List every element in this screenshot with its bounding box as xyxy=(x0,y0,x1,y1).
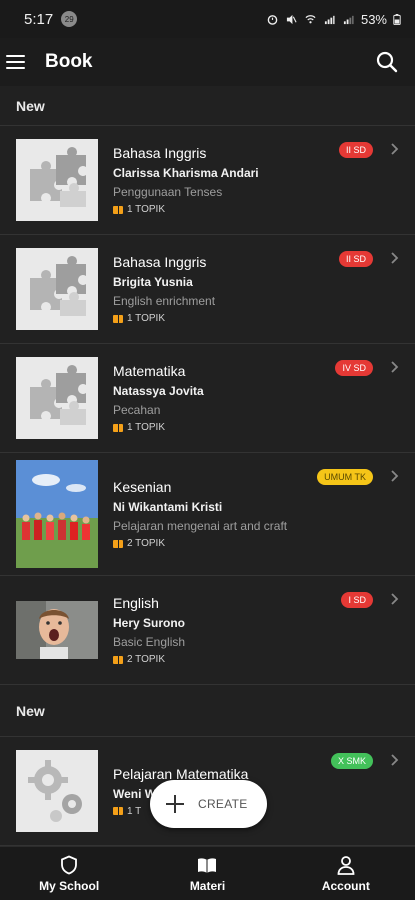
book-card[interactable]: Bahasa Inggris Brigita Yusnia English en… xyxy=(0,235,415,344)
chevron-right-icon xyxy=(391,361,399,373)
card-topic-count: 2 TOPIK xyxy=(113,538,415,549)
book-icon xyxy=(113,314,123,323)
notification-badge: 29 xyxy=(61,11,78,27)
card-topic-count: 1 TOPIK xyxy=(113,313,415,324)
create-button-label: CREATE xyxy=(198,797,248,811)
card-description: Basic English xyxy=(113,635,186,649)
status-bar: 5:17 29 53% xyxy=(0,0,415,38)
book-card[interactable]: English Hery Surono Basic English 2 TOPI… xyxy=(0,576,415,685)
chevron-right-icon xyxy=(391,470,399,482)
nav-account[interactable]: Account xyxy=(277,847,415,900)
battery-percent: 53% xyxy=(360,11,387,27)
signal-icon xyxy=(324,15,335,24)
hamburger-menu-icon[interactable] xyxy=(6,55,25,69)
nav-materi[interactable]: Materi xyxy=(138,847,276,900)
book-icon xyxy=(113,655,123,664)
gear-placeholder-thumbnail xyxy=(16,750,98,832)
card-teacher: Natassya Jovita xyxy=(113,384,204,398)
battery-icon xyxy=(393,13,401,25)
card-topic-count: 1 TOPIK xyxy=(113,422,415,433)
card-topic-label: 1 T xyxy=(127,805,142,817)
child-photo-thumbnail xyxy=(16,601,98,659)
wifi-icon xyxy=(305,14,316,23)
section-header: New xyxy=(0,685,415,737)
chevron-right-icon xyxy=(391,252,399,264)
card-topic-label: 2 TOPIK xyxy=(127,654,165,665)
book-list: New Bahasa Inggris Clarissa Kharisma And… xyxy=(0,86,415,846)
chevron-right-icon xyxy=(391,593,399,605)
group-photo-thumbnail xyxy=(16,460,98,568)
person-icon xyxy=(337,855,355,875)
card-topic-count: 2 TOPIK xyxy=(113,654,415,665)
status-icons: 53% xyxy=(266,12,401,27)
plus-icon xyxy=(166,795,184,813)
class-tag: I SD xyxy=(341,592,373,608)
card-description: Penggunaan Tenses xyxy=(113,185,223,199)
book-icon xyxy=(113,205,123,214)
card-teacher: Hery Surono xyxy=(113,616,186,630)
nav-my-school[interactable]: My School xyxy=(0,847,138,900)
class-tag: II SD xyxy=(338,142,373,158)
page-title: Book xyxy=(45,51,93,72)
alarm-icon xyxy=(267,14,278,25)
card-description: Pecahan xyxy=(113,403,161,417)
card-topic-label: 1 TOPIK xyxy=(127,313,165,324)
puzzle-placeholder-thumbnail xyxy=(16,357,98,439)
class-tag: II SD xyxy=(338,251,373,267)
class-tag: X SMK xyxy=(330,753,373,769)
book-card[interactable]: Bahasa Inggris Clarissa Kharisma Andari … xyxy=(0,126,415,235)
app-bar: Book xyxy=(0,38,415,86)
mute-icon xyxy=(286,14,297,24)
chevron-right-icon xyxy=(391,754,399,766)
card-subject: Pelajaran Matematika xyxy=(113,765,249,782)
book-open-icon xyxy=(198,857,217,873)
class-tag: UMUM TK xyxy=(317,469,373,485)
puzzle-placeholder-thumbnail xyxy=(16,248,98,330)
nav-label: Materi xyxy=(189,878,226,893)
nav-label: Account xyxy=(321,878,370,893)
class-tag: IV SD xyxy=(335,360,373,376)
bottom-navigation: My School Materi Account xyxy=(0,846,415,900)
book-icon xyxy=(113,423,123,432)
puzzle-placeholder-thumbnail xyxy=(16,139,98,221)
create-button[interactable]: CREATE xyxy=(150,780,267,828)
card-topic-label: 1 TOPIK xyxy=(127,422,165,433)
signal-2-icon xyxy=(343,15,354,24)
card-topic-label: 2 TOPIK xyxy=(127,538,165,549)
nav-label: My School xyxy=(39,878,100,893)
card-teacher: Ni Wikantami Kristi xyxy=(113,500,223,514)
search-icon[interactable] xyxy=(375,50,399,74)
chevron-right-icon xyxy=(391,143,399,155)
section-header: New xyxy=(0,86,415,126)
status-time: 5:17 xyxy=(24,10,54,28)
card-description: English enrichment xyxy=(113,294,216,308)
book-icon xyxy=(113,539,123,548)
card-topic-label: 1 TOPIK xyxy=(127,204,165,215)
shield-icon xyxy=(61,855,78,874)
card-topic-count: 1 TOPIK xyxy=(113,204,415,215)
card-teacher: Clarissa Kharisma Andari xyxy=(113,166,259,180)
book-card[interactable]: Matematika Natassya Jovita Pecahan 1 TOP… xyxy=(0,344,415,453)
book-card[interactable]: Kesenian Ni Wikantami Kristi Pelajaran m… xyxy=(0,453,415,576)
card-description: Pelajaran mengenai art and craft xyxy=(113,519,288,533)
card-teacher: Brigita Yusnia xyxy=(113,275,193,289)
book-icon xyxy=(113,807,123,815)
